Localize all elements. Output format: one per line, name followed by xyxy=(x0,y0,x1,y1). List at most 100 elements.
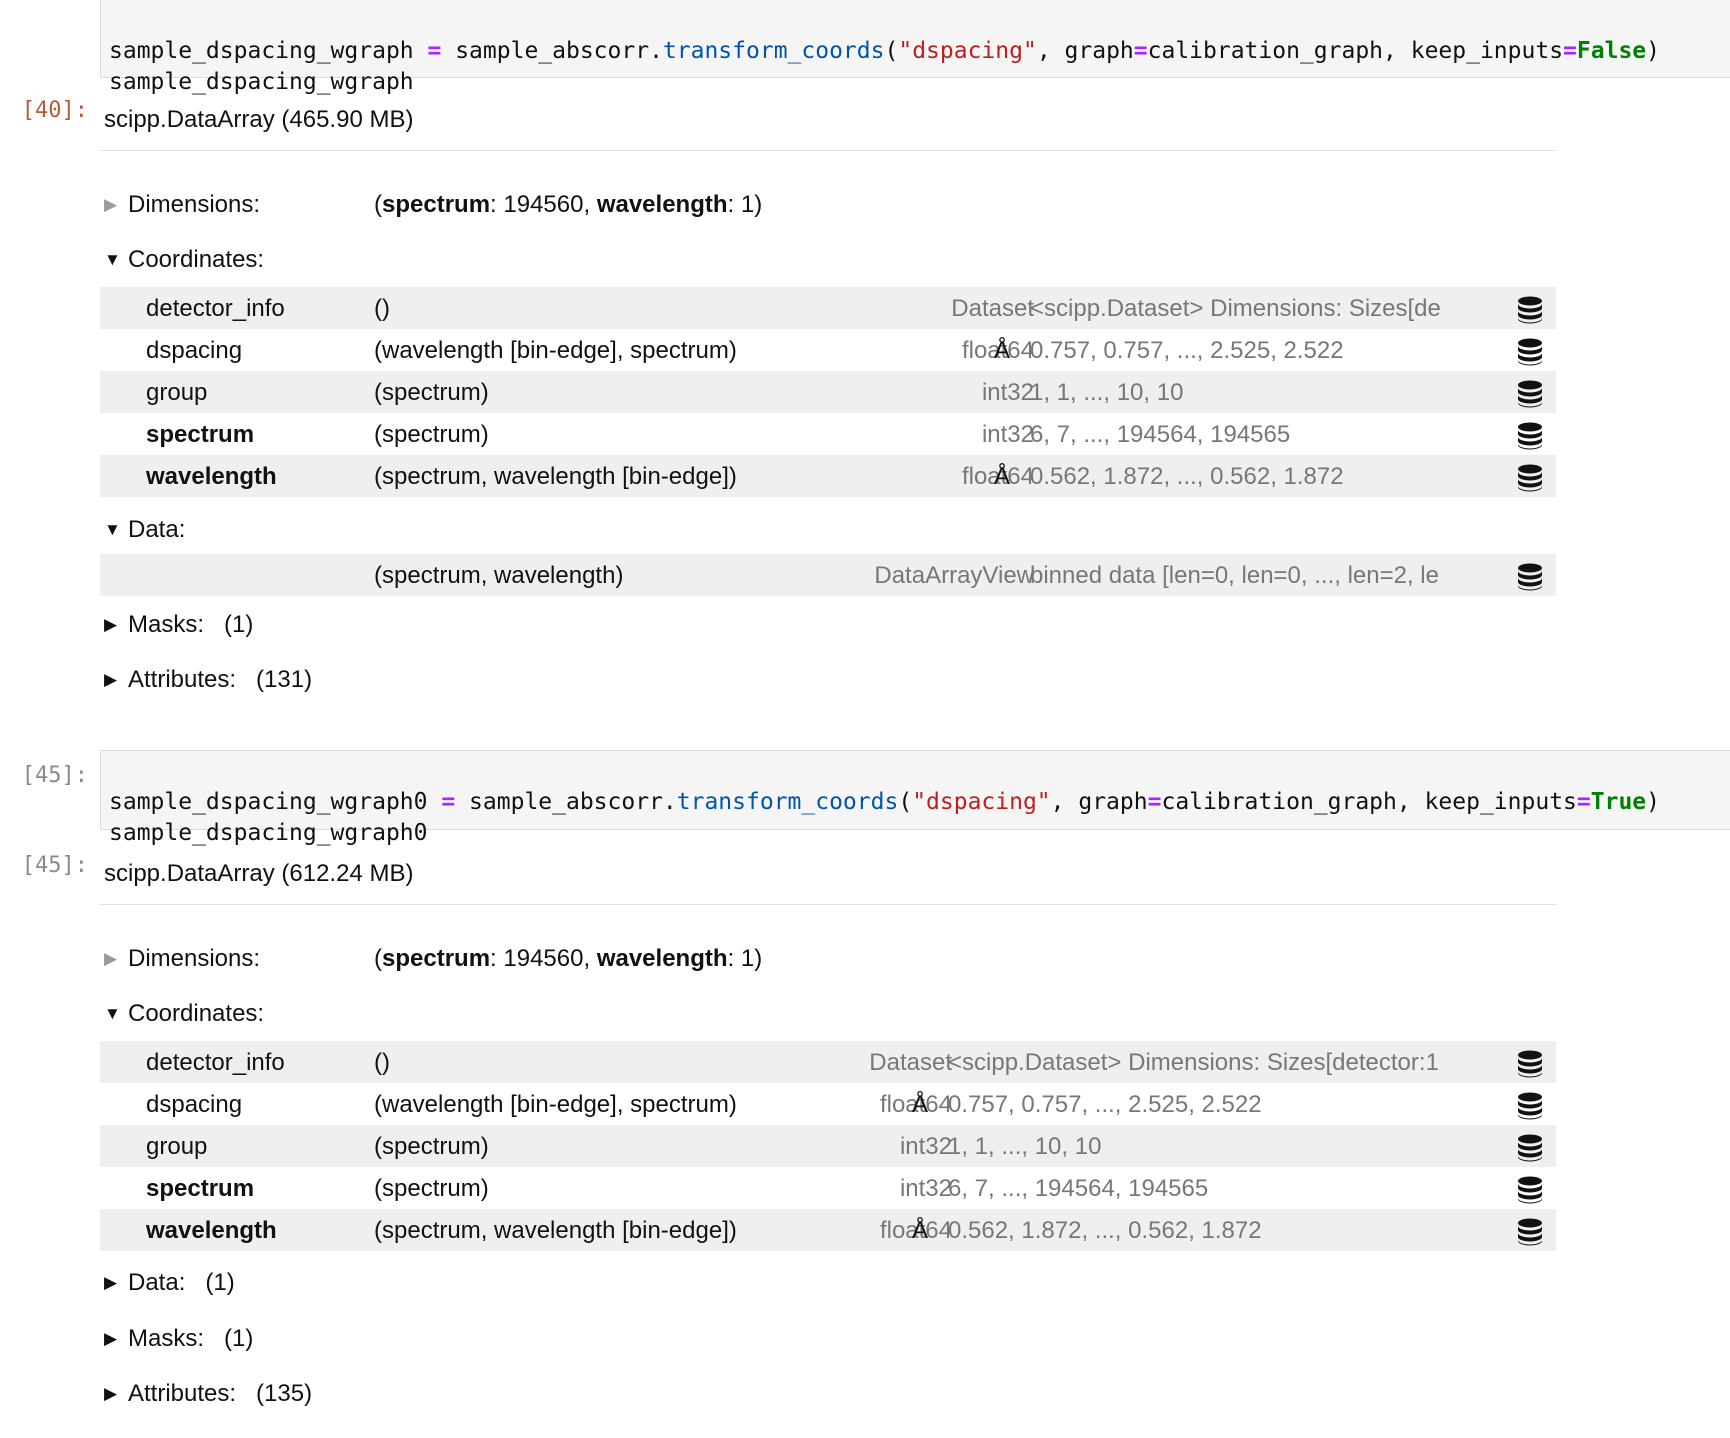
coord-dims: (wavelength [bin-edge], spectrum) xyxy=(374,337,737,364)
code-line-2: sample_dspacing_wgraph xyxy=(109,69,414,95)
divider xyxy=(100,150,1556,151)
dimensions-values: (spectrum: 194560, wavelength: 1) xyxy=(374,945,763,972)
attributes-toggle[interactable]: ▶ Attributes: (131) xyxy=(104,666,312,694)
collapsed-arrow-icon: ▶ xyxy=(104,615,118,634)
coord-dims: (spectrum) xyxy=(374,1175,489,1202)
data-toggle[interactable]: ▼ Data: xyxy=(104,516,185,544)
code-line-2: sample_dspacing_wgraph0 xyxy=(109,820,428,846)
coord-dtype: int32 xyxy=(899,1175,952,1202)
coord-row-detector-info: detector_info () Dataset <scipp.Dataset> Di… xyxy=(100,1041,1556,1083)
data-dtype: DataArrayView xyxy=(874,562,1034,589)
collapsed-arrow-icon: ▶ xyxy=(104,195,118,214)
database-icon[interactable] xyxy=(1516,1218,1544,1246)
expanded-arrow-icon: ▼ xyxy=(104,250,121,269)
data-values: binned data [len=0, len=0, ..., len=2, l… xyxy=(1030,562,1439,589)
coord-values: 1, 1, ..., 10, 10 xyxy=(948,1133,1102,1160)
coord-dims: (spectrum) xyxy=(374,1133,489,1160)
coord-dims: (spectrum, wavelength [bin-edge]) xyxy=(374,1217,737,1244)
coord-dtype: int32 xyxy=(899,1133,952,1160)
dimensions-toggle[interactable]: ▶ Dimensions: xyxy=(104,945,260,973)
coord-values: 0.562, 1.872, ..., 0.562, 1.872 xyxy=(948,1217,1262,1244)
database-icon[interactable] xyxy=(1516,1176,1544,1204)
coordinates-toggle[interactable]: ▼ Coordinates: xyxy=(104,246,264,274)
coord-dims: (wavelength [bin-edge], spectrum) xyxy=(374,1091,737,1118)
coord-name: wavelength xyxy=(146,463,277,490)
coord-values: 6, 7, ..., 194564, 194565 xyxy=(948,1175,1209,1202)
dimensions-toggle[interactable]: ▶ Dimensions: xyxy=(104,191,260,219)
coord-name: spectrum xyxy=(146,1175,255,1202)
coord-values: 6, 7, ..., 194564, 194565 xyxy=(1030,421,1291,448)
coordinates-toggle[interactable]: ▼ Coordinates: xyxy=(104,1000,264,1028)
coord-row-dspacing: dspacing (wavelength [bin-edge], spectrum… xyxy=(100,329,1556,371)
expanded-arrow-icon: ▼ xyxy=(104,520,121,539)
code-cell-45-input[interactable]: sample_dspacing_wgraph0 = sample_abscorr… xyxy=(100,750,1730,846)
expanded-arrow-icon: ▼ xyxy=(104,1004,121,1023)
coord-name: spectrum xyxy=(146,421,255,448)
attributes-toggle[interactable]: ▶ Attributes: (135) xyxy=(104,1380,312,1408)
dimensions-values: (spectrum: 194560, wavelength: 1) xyxy=(374,191,763,218)
database-icon[interactable] xyxy=(1516,422,1544,450)
code-cell-40-input[interactable]: sample_dspacing_wgraph = sample_abscorr.… xyxy=(100,0,1730,95)
coord-dtype: Dataset xyxy=(951,295,1034,322)
coord-values: <scipp.Dataset> Dimensions: Sizes[detect… xyxy=(948,1049,1439,1076)
coord-values: <scipp.Dataset> Dimensions: Sizes[de xyxy=(1030,295,1441,322)
coord-dims: (spectrum, wavelength [bin-edge]) xyxy=(374,463,737,490)
coord-name: group xyxy=(146,1133,208,1160)
coord-name: detector_info xyxy=(146,1049,285,1076)
data-toggle[interactable]: ▶ Data: (1) xyxy=(104,1269,235,1297)
collapsed-arrow-icon: ▶ xyxy=(104,1329,118,1348)
data-dims: (spectrum, wavelength) xyxy=(374,562,624,589)
database-icon[interactable] xyxy=(1516,338,1544,366)
dataarray-header: scipp.DataArray (465.90 MB) xyxy=(104,106,414,133)
coord-row-dspacing: dspacing (wavelength [bin-edge], spectrum… xyxy=(100,1083,1556,1125)
code-line-1: sample_dspacing_wgraph0 = sample_abscorr… xyxy=(109,789,1660,815)
coord-dims: () xyxy=(374,1049,390,1076)
coord-dtype: Dataset xyxy=(869,1049,952,1076)
coord-unit: Å xyxy=(994,337,1011,364)
database-icon[interactable] xyxy=(1516,1050,1544,1078)
collapsed-arrow-icon: ▶ xyxy=(104,949,118,968)
collapsed-arrow-icon: ▶ xyxy=(104,670,118,689)
out-prompt-40: [40]: xyxy=(21,98,88,123)
in-prompt-45: [45]: xyxy=(21,763,88,788)
database-icon[interactable] xyxy=(1516,1092,1544,1120)
coord-name: wavelength xyxy=(146,1217,277,1244)
coord-dims: () xyxy=(374,295,390,322)
out-prompt-45: [45]: xyxy=(21,853,88,878)
coord-unit: Å xyxy=(912,1217,929,1244)
coord-unit: Å xyxy=(912,1091,929,1118)
masks-toggle[interactable]: ▶ Masks: (1) xyxy=(104,1325,253,1353)
coord-row-spectrum: spectrum (spectrum) int32 6, 7, ..., 194564… xyxy=(100,1167,1556,1209)
database-icon[interactable] xyxy=(1516,1134,1544,1162)
coord-row-detector-info: detector_info () Dataset <scipp.Dataset> Di… xyxy=(100,287,1556,329)
coord-name: detector_info xyxy=(146,295,285,322)
coord-name: group xyxy=(146,379,208,406)
coord-values: 0.562, 1.872, ..., 0.562, 1.872 xyxy=(1030,463,1344,490)
coord-dtype: int32 xyxy=(981,379,1034,406)
data-row: (spectrum, wavelength) DataArrayView bin… xyxy=(100,554,1556,596)
collapsed-arrow-icon: ▶ xyxy=(104,1273,118,1292)
coord-name: dspacing xyxy=(146,337,243,364)
coord-unit: Å xyxy=(994,463,1011,490)
coord-row-group: group (spectrum) int32 1, 1, ..., 10, 10 xyxy=(100,371,1556,413)
collapsed-arrow-icon: ▶ xyxy=(104,1384,118,1403)
coord-values: 0.757, 0.757, ..., 2.525, 2.522 xyxy=(1030,337,1344,364)
dataarray-header: scipp.DataArray (612.24 MB) xyxy=(104,860,414,887)
divider xyxy=(100,904,1556,905)
coord-dims: (spectrum) xyxy=(374,379,489,406)
coord-row-wavelength: wavelength (spectrum, wavelength [bin-edg… xyxy=(100,1209,1556,1251)
database-icon[interactable] xyxy=(1516,380,1544,408)
coord-row-group: group (spectrum) int32 1, 1, ..., 10, 10 xyxy=(100,1125,1556,1167)
coord-dims: (spectrum) xyxy=(374,421,489,448)
coord-name: dspacing xyxy=(146,1091,243,1118)
masks-toggle[interactable]: ▶ Masks: (1) xyxy=(104,611,253,639)
coord-dtype: int32 xyxy=(981,421,1034,448)
coord-row-wavelength: wavelength (spectrum, wavelength [bin-edg… xyxy=(100,455,1556,497)
coord-row-spectrum: spectrum (spectrum) int32 6, 7, ..., 194564… xyxy=(100,413,1556,455)
coord-values: 1, 1, ..., 10, 10 xyxy=(1030,379,1184,406)
database-icon[interactable] xyxy=(1516,563,1544,591)
database-icon[interactable] xyxy=(1516,296,1544,324)
code-line-1: sample_dspacing_wgraph = sample_abscorr.… xyxy=(109,38,1661,64)
database-icon[interactable] xyxy=(1516,464,1544,492)
coord-values: 0.757, 0.757, ..., 2.525, 2.522 xyxy=(948,1091,1262,1118)
